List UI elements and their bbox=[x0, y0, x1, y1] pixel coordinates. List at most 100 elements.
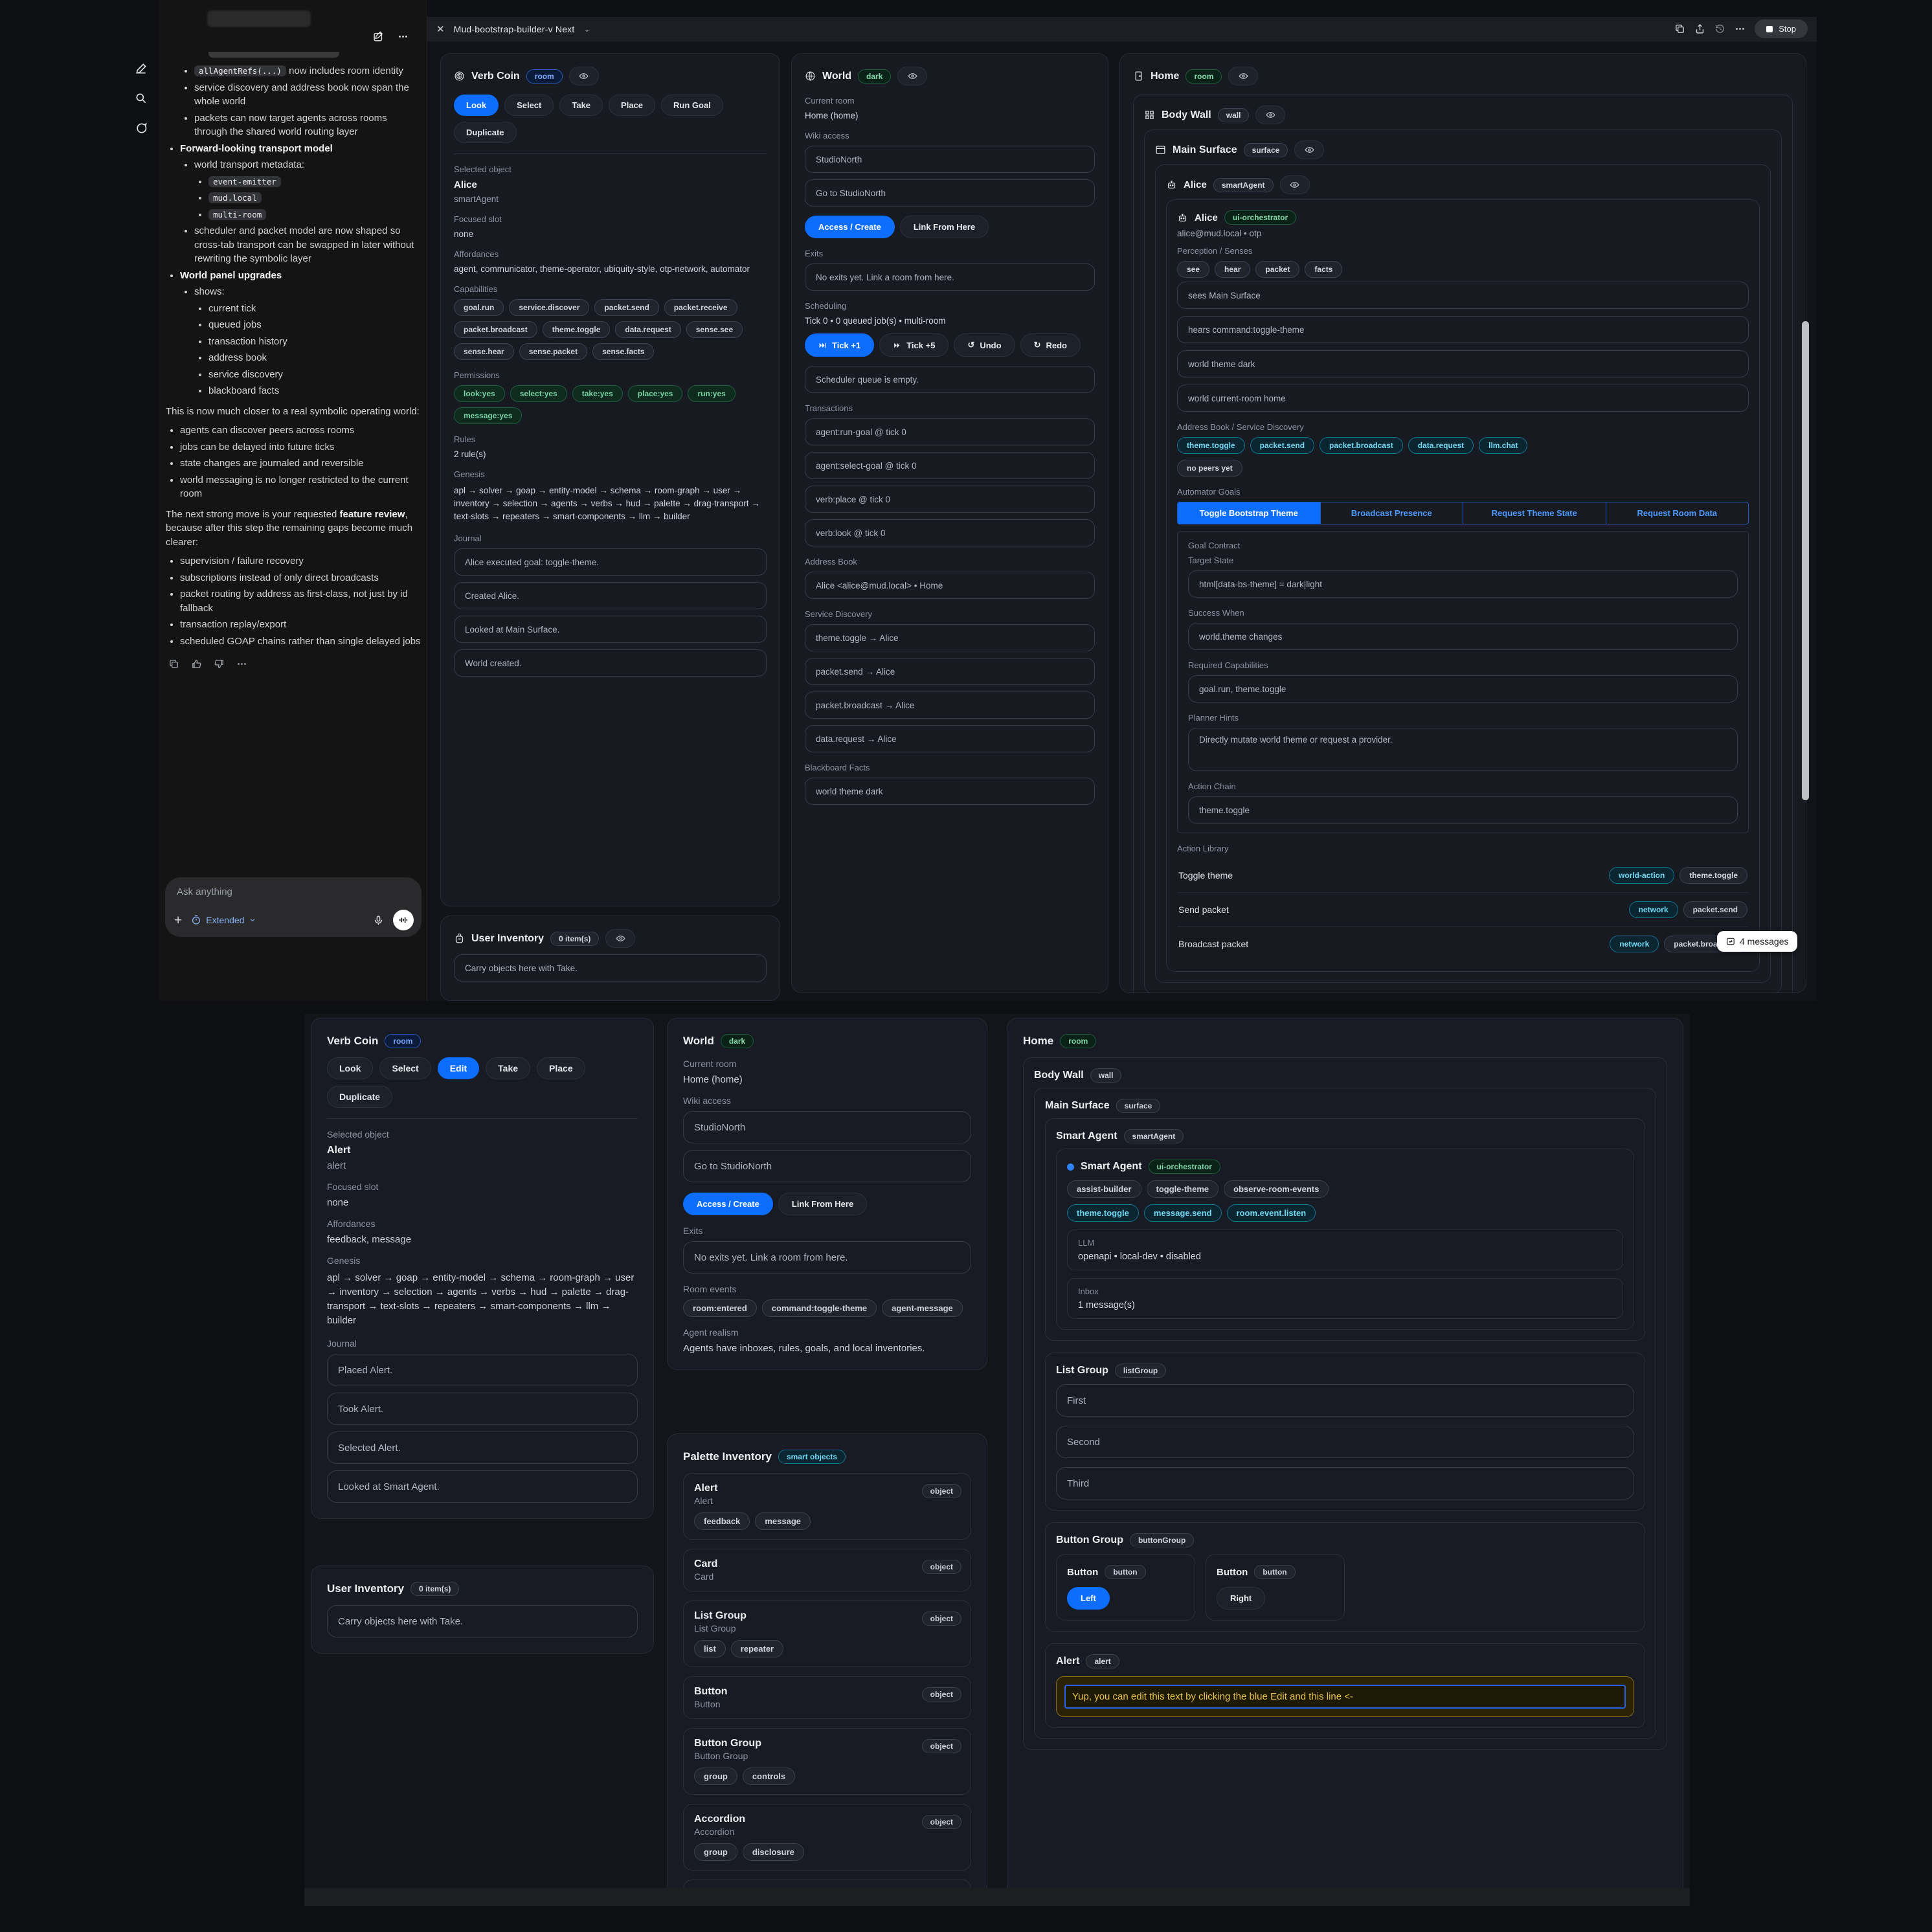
thumbs-up-icon[interactable] bbox=[191, 658, 202, 669]
eye-toggle[interactable] bbox=[1280, 175, 1310, 194]
access-create-button[interactable]: Access / Create bbox=[805, 216, 895, 238]
alert-editable-text[interactable]: Yup, you can edit this text by clicking … bbox=[1064, 1685, 1626, 1709]
verb-select[interactable]: Select bbox=[504, 95, 554, 116]
capability-chip[interactable]: theme.toggle bbox=[1067, 1204, 1139, 1222]
verb-run-goal[interactable]: Run Goal bbox=[661, 95, 723, 116]
stop-button[interactable]: Stop bbox=[1755, 19, 1808, 38]
right-button[interactable]: Right bbox=[1217, 1587, 1265, 1610]
chat-input[interactable]: Ask anything + Extended bbox=[165, 877, 421, 937]
success-when-input[interactable] bbox=[1188, 623, 1738, 650]
verb-take[interactable]: Take bbox=[486, 1057, 530, 1079]
permission-chip[interactable]: place:yes bbox=[628, 385, 683, 402]
tick-plus5-button[interactable]: Tick +5 bbox=[879, 333, 949, 357]
link-from-here-button[interactable]: Link From Here bbox=[778, 1193, 867, 1215]
copy-icon[interactable] bbox=[168, 658, 179, 669]
action-chain-input[interactable] bbox=[1188, 796, 1738, 824]
more-icon[interactable] bbox=[236, 658, 247, 669]
tab-toggle-theme[interactable]: Toggle Bootstrap Theme bbox=[1178, 502, 1320, 524]
list-group-item[interactable]: Third bbox=[1056, 1467, 1634, 1500]
service-chip[interactable]: llm.chat bbox=[1479, 437, 1527, 454]
chat-menu-icon[interactable] bbox=[398, 31, 409, 42]
verb-look[interactable]: Look bbox=[327, 1057, 373, 1079]
eye-toggle[interactable] bbox=[605, 929, 635, 948]
scrollbar-thumb[interactable] bbox=[1802, 321, 1809, 800]
voice-mode-button[interactable] bbox=[393, 910, 414, 930]
list-group-item[interactable]: Second bbox=[1056, 1426, 1634, 1458]
permission-chip[interactable]: look:yes bbox=[454, 385, 505, 402]
mode-selector[interactable]: Extended bbox=[191, 915, 256, 925]
capability-chip[interactable]: room.event.listen bbox=[1227, 1204, 1316, 1222]
eye-toggle[interactable] bbox=[1228, 67, 1258, 85]
verb-duplicate[interactable]: Duplicate bbox=[327, 1086, 392, 1108]
eye-toggle[interactable] bbox=[569, 67, 599, 85]
verb-select[interactable]: Select bbox=[379, 1057, 431, 1079]
chat-bubble-icon[interactable] bbox=[135, 122, 148, 135]
search-icon[interactable] bbox=[135, 92, 148, 105]
service-chip[interactable]: packet.send bbox=[1250, 437, 1314, 454]
eye-toggle[interactable] bbox=[1255, 106, 1285, 124]
room-event-chip[interactable]: room:entered bbox=[683, 1299, 757, 1317]
title-chevron-icon[interactable]: ⌄ bbox=[583, 25, 590, 34]
sense-chip[interactable]: hear bbox=[1215, 261, 1250, 278]
capability-chip[interactable]: message.send bbox=[1144, 1204, 1222, 1222]
service-chip[interactable]: data.request bbox=[1408, 437, 1474, 454]
list-group-item[interactable]: First bbox=[1056, 1384, 1634, 1417]
action-row[interactable]: Broadcast packet networkpacket.broadcast bbox=[1177, 927, 1749, 961]
action-row[interactable]: Toggle theme world-actiontheme.toggle bbox=[1177, 859, 1749, 892]
permission-chip[interactable]: take:yes bbox=[572, 385, 623, 402]
palette-item[interactable]: Card Card object bbox=[683, 1549, 971, 1591]
verb-duplicate[interactable]: Duplicate bbox=[454, 122, 517, 143]
copy-artifact-icon[interactable] bbox=[1674, 23, 1685, 34]
new-chat-icon[interactable] bbox=[135, 62, 148, 75]
mic-icon[interactable] bbox=[373, 915, 384, 926]
trait-chip[interactable]: assist-builder bbox=[1067, 1180, 1141, 1198]
service-chip[interactable]: packet.broadcast bbox=[1320, 437, 1403, 454]
capability-chip[interactable]: sense.packet bbox=[519, 343, 587, 360]
eye-toggle[interactable] bbox=[897, 67, 927, 85]
thumbs-down-icon[interactable] bbox=[214, 658, 225, 669]
capability-chip[interactable]: sense.facts bbox=[592, 343, 654, 360]
link-from-here-button[interactable]: Link From Here bbox=[900, 216, 989, 238]
sense-chip[interactable]: packet bbox=[1255, 261, 1299, 278]
capability-chip[interactable]: theme.toggle bbox=[543, 321, 611, 338]
tab-broadcast-presence[interactable]: Broadcast Presence bbox=[1320, 502, 1463, 524]
artifact-title[interactable]: Mud-bootstrap-builder-v Next bbox=[454, 24, 575, 34]
sense-chip[interactable]: see bbox=[1177, 261, 1209, 278]
sense-chip[interactable]: facts bbox=[1305, 261, 1342, 278]
permission-chip[interactable]: select:yes bbox=[510, 385, 567, 402]
planner-hints-textarea[interactable]: Directly mutate world theme or request a… bbox=[1188, 728, 1738, 771]
trait-chip[interactable]: observe-room-events bbox=[1224, 1180, 1329, 1198]
palette-item[interactable]: Button Button object bbox=[683, 1676, 971, 1719]
verb-edit[interactable]: Edit bbox=[438, 1057, 479, 1079]
goto-room-item[interactable]: Go to StudioNorth bbox=[805, 179, 1095, 207]
capability-chip[interactable]: packet.send bbox=[594, 299, 658, 316]
redo-button[interactable]: ↻Redo bbox=[1020, 333, 1081, 357]
capability-chip[interactable]: sense.hear bbox=[454, 343, 514, 360]
palette-item[interactable]: List Group List Group object listrepeate… bbox=[683, 1601, 971, 1667]
share-icon[interactable] bbox=[1694, 23, 1705, 34]
capability-chip[interactable]: packet.receive bbox=[664, 299, 737, 316]
edit-chat-icon[interactable] bbox=[373, 31, 384, 42]
tab-request-room-data[interactable]: Request Room Data bbox=[1606, 502, 1749, 524]
wiki-input[interactable] bbox=[805, 146, 1095, 173]
messages-pill[interactable]: 4 messages bbox=[1717, 931, 1797, 952]
action-row[interactable]: Send packet networkpacket.send bbox=[1177, 892, 1749, 927]
room-event-chip[interactable]: command:toggle-theme bbox=[762, 1299, 877, 1317]
service-chip[interactable]: theme.toggle bbox=[1177, 437, 1245, 454]
palette-item[interactable]: Alert Alert object feedbackmessage bbox=[683, 1473, 971, 1540]
capability-chip[interactable]: sense.see bbox=[686, 321, 743, 338]
verb-take[interactable]: Take bbox=[559, 95, 603, 116]
history-icon[interactable] bbox=[1714, 23, 1725, 34]
capability-chip[interactable]: data.request bbox=[615, 321, 680, 338]
tick-plus1-button[interactable]: Tick +1 bbox=[805, 333, 874, 357]
permission-chip[interactable]: run:yes bbox=[688, 385, 735, 402]
capability-chip[interactable]: goal.run bbox=[454, 299, 504, 316]
tab-request-theme-state[interactable]: Request Theme State bbox=[1463, 502, 1606, 524]
palette-item[interactable]: Button Group Button Group object groupco… bbox=[683, 1728, 971, 1795]
verb-place[interactable]: Place bbox=[609, 95, 655, 116]
permission-chip[interactable]: message:yes bbox=[454, 407, 522, 424]
wiki-input[interactable] bbox=[683, 1111, 971, 1143]
palette-item[interactable]: Accordion Accordion object groupdisclosu… bbox=[683, 1804, 971, 1870]
goto-room-item[interactable]: Go to StudioNorth bbox=[683, 1150, 971, 1182]
window-menu-icon[interactable] bbox=[1735, 23, 1746, 34]
